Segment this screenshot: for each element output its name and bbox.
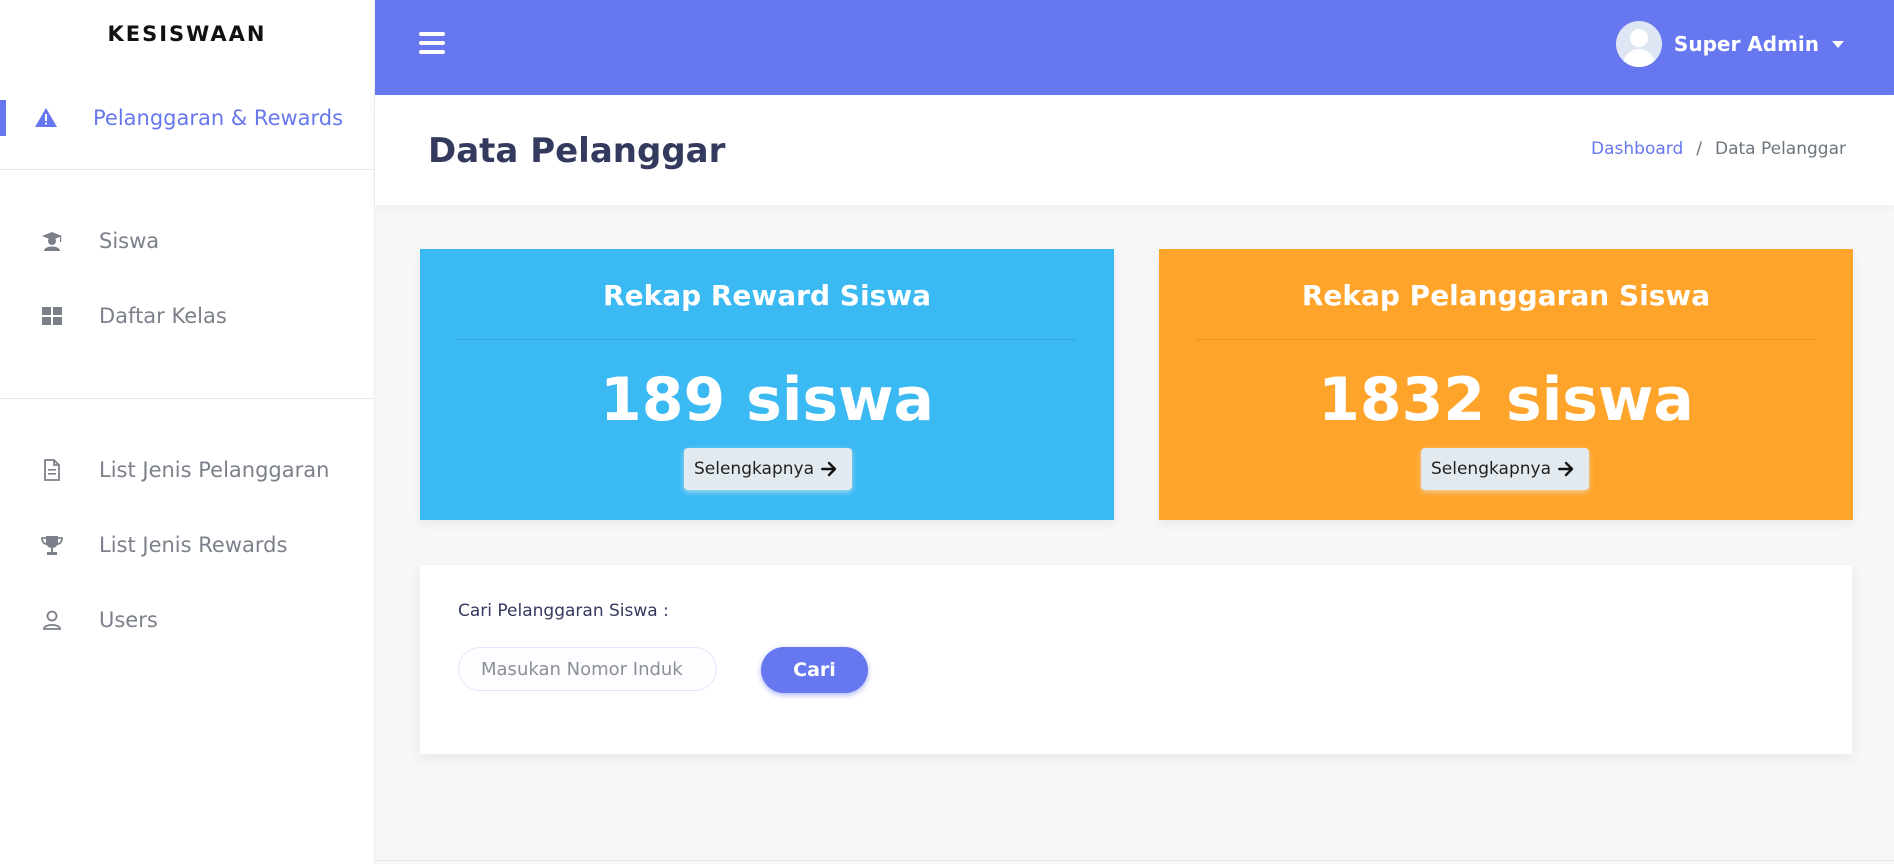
- grid-icon: [42, 307, 62, 325]
- topbar: Super Admin: [375, 0, 1894, 95]
- user-name: Super Admin: [1673, 32, 1819, 56]
- graduate-icon: [42, 232, 62, 251]
- sidebar-item-siswa[interactable]: Siswa: [0, 200, 374, 275]
- menu-toggle-icon[interactable]: [419, 32, 445, 54]
- sidebar-item-users[interactable]: Users: [0, 579, 374, 654]
- warning-icon: [35, 108, 57, 127]
- sidebar-group-master: Siswa Daftar Kelas: [0, 200, 374, 350]
- sidebar-item-list-jenis-rewards[interactable]: List Jenis Rewards: [0, 504, 374, 579]
- sidebar-item-label: Pelanggaran & Rewards: [93, 106, 344, 130]
- sidebar-item-daftar-kelas[interactable]: Daftar Kelas: [0, 275, 374, 350]
- page-title: Data Pelanggar: [428, 131, 726, 171]
- chevron-down-icon: [1832, 40, 1844, 48]
- sidebar-item-label: Daftar Kelas: [99, 304, 227, 328]
- breadcrumb-separator: /: [1696, 139, 1702, 159]
- sidebar-divider: [0, 398, 374, 399]
- pelanggaran-summary-card: Rekap Pelanggaran Siswa 1832 siswa Selen…: [1159, 249, 1853, 520]
- user-dropdown[interactable]: Super Admin: [1615, 21, 1844, 67]
- sidebar-item-label: List Jenis Rewards: [99, 533, 288, 557]
- trophy-icon: [41, 536, 63, 555]
- arrow-right-icon: [1558, 461, 1574, 477]
- pelanggaran-count: 1832 siswa: [1318, 365, 1694, 435]
- breadcrumb-dashboard-link[interactable]: Dashboard: [1591, 139, 1683, 159]
- user-icon: [43, 610, 61, 630]
- sidebar-item-label: List Jenis Pelanggaran: [99, 458, 330, 482]
- card-title: Rekap Pelanggaran Siswa: [1301, 279, 1711, 312]
- reward-count: 189 siswa: [599, 365, 935, 435]
- search-card: Cari Pelanggaran Siswa : Cari: [420, 565, 1852, 754]
- card-title: Rekap Reward Siswa: [603, 279, 931, 312]
- sidebar-item-label: Users: [99, 608, 158, 632]
- button-label: Selengkapnya: [1431, 459, 1552, 479]
- sidebar: KESISWAAN Pelanggaran & Rewards Siswa Da…: [0, 0, 375, 864]
- footer-divider: [375, 860, 1894, 861]
- breadcrumb: Dashboard / Data Pelanggar: [1591, 139, 1846, 159]
- sidebar-group-jenis: List Jenis Pelanggaran List Jenis Reward…: [0, 429, 374, 654]
- active-indicator: [0, 100, 6, 136]
- search-button[interactable]: Cari: [761, 647, 868, 693]
- breadcrumb-current: Data Pelanggar: [1714, 139, 1846, 159]
- card-divider: [458, 339, 1076, 340]
- sidebar-item-label: Siswa: [99, 229, 160, 253]
- pelanggaran-detail-button[interactable]: Selengkapnya: [1421, 448, 1589, 490]
- sidebar-item-pelanggaran-rewards[interactable]: Pelanggaran & Rewards: [0, 88, 374, 148]
- search-label: Cari Pelanggaran Siswa :: [458, 601, 669, 621]
- card-divider: [1197, 339, 1815, 340]
- file-icon: [44, 459, 60, 481]
- arrow-right-icon: [821, 461, 837, 477]
- brand-logo[interactable]: KESISWAAN: [0, 0, 374, 68]
- sidebar-item-list-jenis-pelanggaran[interactable]: List Jenis Pelanggaran: [0, 429, 374, 504]
- avatar: [1615, 21, 1662, 67]
- nomor-induk-input[interactable]: [458, 647, 717, 691]
- reward-summary-card: Rekap Reward Siswa 189 siswa Selengkapny…: [420, 249, 1114, 520]
- button-label: Selengkapnya: [694, 459, 815, 479]
- reward-detail-button[interactable]: Selengkapnya: [684, 448, 852, 490]
- sidebar-divider: [0, 169, 374, 170]
- section-header: Data Pelanggar Dashboard / Data Pelangga…: [375, 95, 1894, 205]
